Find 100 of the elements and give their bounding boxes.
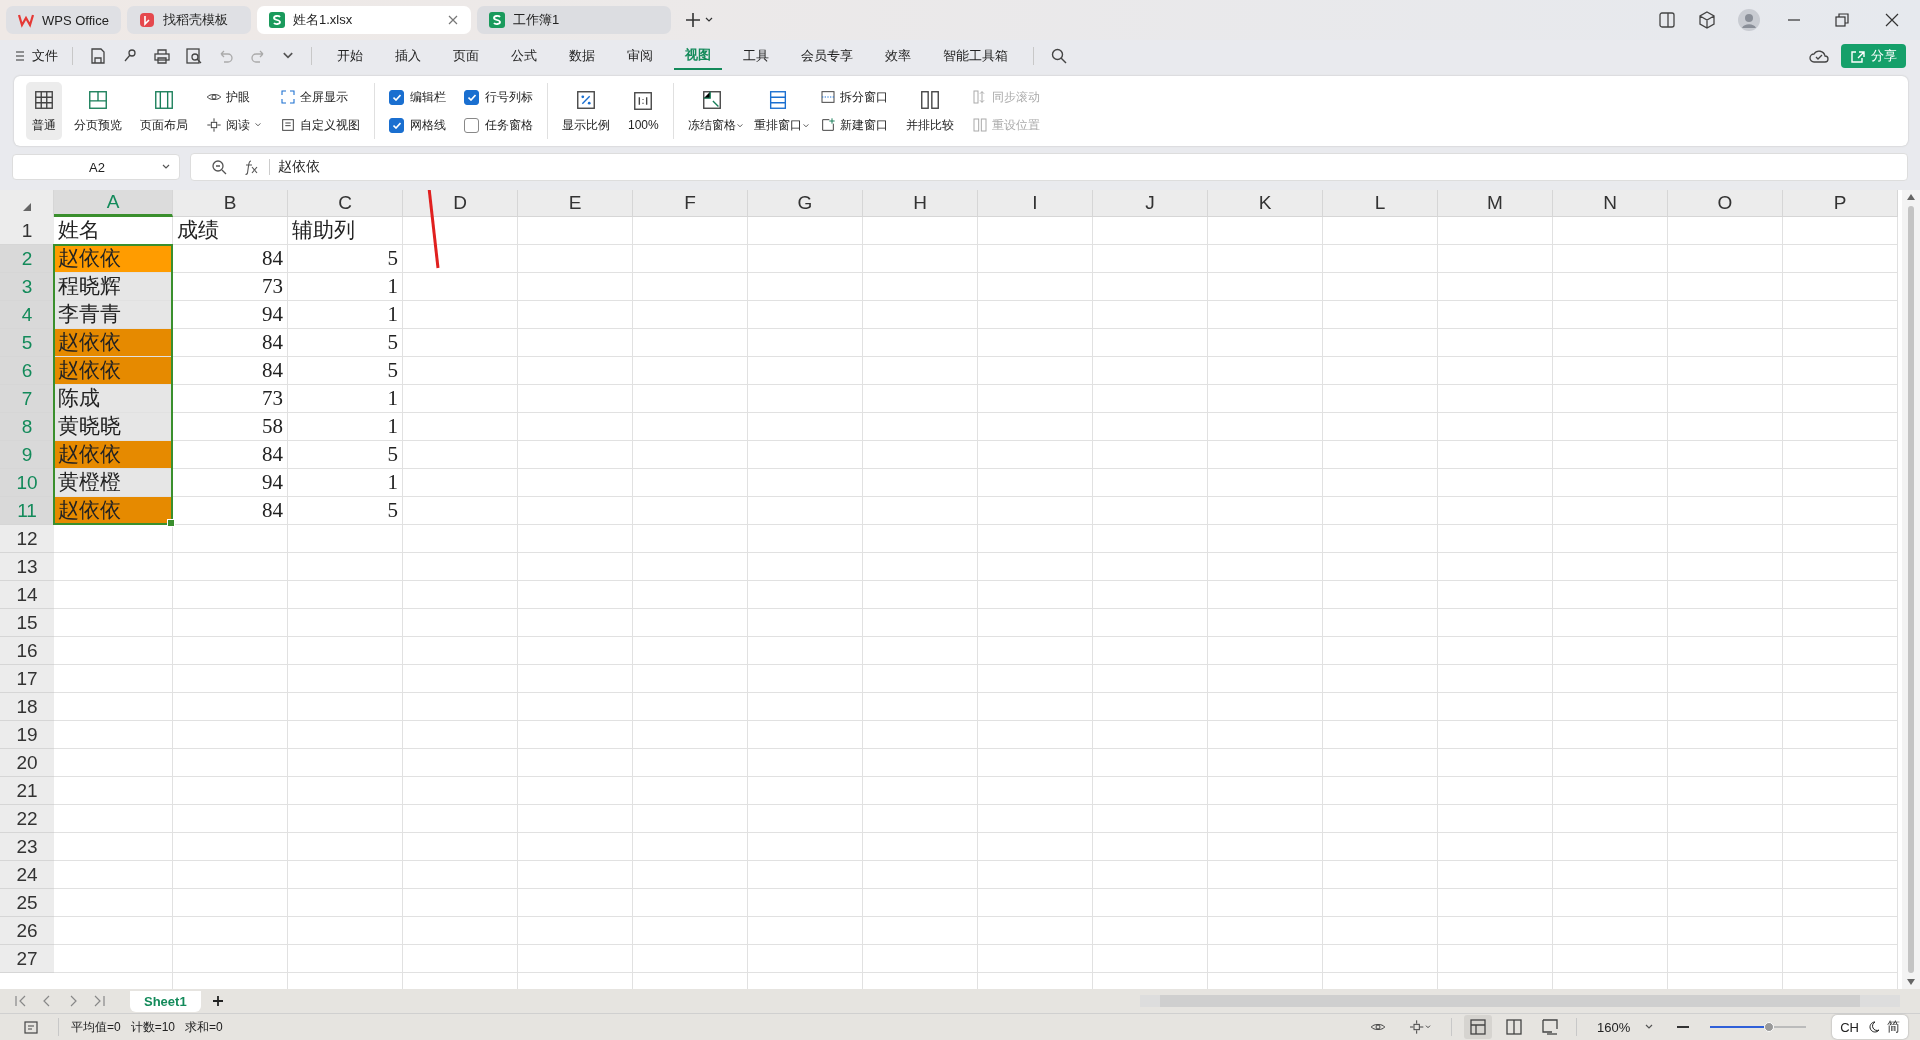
crosshair-square-icon [206,117,222,133]
row-header[interactable]: 12 [0,525,54,553]
file-menu[interactable]: 文件 [14,47,58,65]
table-cell-text: 5 [386,357,399,384]
checkbox[interactable]: 行号列标 [464,87,533,107]
row-header[interactable]: 13 [0,553,54,581]
table-cell-text: 5 [386,329,399,356]
column-header[interactable]: F [633,190,748,217]
column-header[interactable]: E [518,190,633,217]
table-cell-text: 84 [261,357,284,384]
column-header[interactable]: M [1438,190,1553,217]
table-cell: 黄晓晓 [54,413,172,440]
ribbon-tab[interactable]: 数据 [558,43,606,69]
window-tab[interactable]: 工作簿1 [476,6,671,34]
row-header[interactable]: 21 [0,777,54,805]
row-header[interactable]: 22 [0,805,54,833]
ribbon-tab[interactable]: 页面 [442,43,490,69]
ribbon-button[interactable]: 分页预览 [68,82,128,140]
column-header[interactable]: L [1323,190,1438,217]
side-by-side-icon [918,88,941,111]
column-header[interactable]: N [1553,190,1668,217]
column-header[interactable]: D [403,190,518,217]
search-icon [1050,47,1068,65]
table-cell-text: 84 [261,329,284,356]
table-cell: 程晓辉 [54,273,172,300]
ribbon-tab[interactable]: 审阅 [616,43,664,69]
checkbox[interactable]: 网格线 [389,115,446,135]
row-header[interactable]: 15 [0,609,54,637]
ribbon-button[interactable]: 100% [622,82,665,140]
ribbon-button[interactable]: 重排窗口 [747,82,808,140]
column-header[interactable]: G [748,190,863,217]
table-cell-text: 5 [386,441,399,468]
column-header[interactable]: P [1783,190,1898,217]
ribbon-tab[interactable]: 插入 [384,43,432,69]
row-header[interactable]: 18 [0,693,54,721]
row-header[interactable]: 27 [0,945,54,973]
zoom-selector[interactable]: 160% [1596,1019,1655,1035]
row-header[interactable]: 25 [0,889,54,917]
ribbon-button[interactable]: 阅读 [206,115,262,135]
row-header[interactable]: 19 [0,721,54,749]
ribbon-button[interactable]: 护眼 [206,87,262,107]
table-cell-text: 成绩 [176,217,220,244]
input-method-indicator[interactable]: CH 简 [1832,1015,1908,1039]
row-header[interactable]: 26 [0,917,54,945]
ribbon-tab[interactable]: 智能工具箱 [932,43,1019,69]
ribbon-tab[interactable]: 公式 [500,43,548,69]
column-header[interactable]: C [288,190,403,217]
function-icon [243,159,259,175]
column-header[interactable]: J [1093,190,1208,217]
ribbon-tab[interactable]: 工具 [732,43,780,69]
row-header[interactable]: 14 [0,581,54,609]
table-cell: 赵依依 [54,441,172,468]
row-header[interactable]: 24 [0,861,54,889]
window-tab[interactable]: WPS Office [6,6,121,34]
window-tab[interactable]: 找稻壳模板 [126,6,251,34]
ribbon-tab[interactable]: 开始 [326,43,374,69]
window-tab[interactable]: 姓名1.xlsx [256,6,471,34]
normal-view-icon [1468,1018,1487,1036]
checkmark-icon [392,121,401,129]
row-header[interactable]: 17 [0,665,54,693]
ribbon-button[interactable]: 显示比例 [556,82,616,140]
ribbon-button[interactable]: 全屏显示 [280,87,360,107]
row-header[interactable]: 16 [0,637,54,665]
column-header[interactable]: K [1208,190,1323,217]
checkmark-icon [392,93,401,101]
add-sheet-icon [210,994,225,1008]
ribbon-tab[interactable]: 视图 [674,42,722,70]
ribbon-button[interactable]: 页面布局 [134,82,194,140]
checkbox[interactable]: 任务窗格 [464,115,533,135]
column-header[interactable]: O [1668,190,1783,217]
ribbon-button[interactable]: 自定义视图 [280,115,360,135]
row-header[interactable]: 23 [0,833,54,861]
table-cell: 赵依依 [54,497,172,524]
ribbon-button[interactable]: 拆分窗口 [819,87,888,107]
page-grid-icon [87,88,109,111]
sheet-tab[interactable]: Sheet1 [130,990,201,1012]
formula-field[interactable]: 赵依依 [190,153,1908,181]
checkbox[interactable]: 编辑栏 [389,87,446,107]
row-header[interactable]: 20 [0,749,54,777]
cloud-check-icon [1809,47,1829,65]
table-cell-text: 1 [386,385,399,412]
ribbon-button[interactable]: 并排比较 [899,82,960,140]
ribbon-tab[interactable]: 效率 [874,43,922,69]
row-header[interactable]: 1 [0,217,54,245]
ribbon-tab[interactable]: 会员专享 [790,43,864,69]
ribbon-button[interactable]: 冻结窗格 [681,82,742,140]
grid-icon [33,88,55,111]
vertical-scrollbar[interactable] [1902,190,1920,989]
reset-position-icon [971,117,988,133]
column-header[interactable]: I [978,190,1093,217]
column-header[interactable]: B [173,190,288,217]
fill-handle[interactable] [167,519,175,527]
view-list-icon [280,117,296,133]
ribbon-button[interactable]: 普通 [26,82,62,140]
percent-icon [575,88,597,111]
ribbon-button[interactable]: 新建窗口 [819,115,888,135]
view-button[interactable] [1463,1015,1492,1039]
name-box[interactable]: A2 [12,154,180,180]
tablet-icon [1658,11,1676,29]
column-header[interactable]: H [863,190,978,217]
